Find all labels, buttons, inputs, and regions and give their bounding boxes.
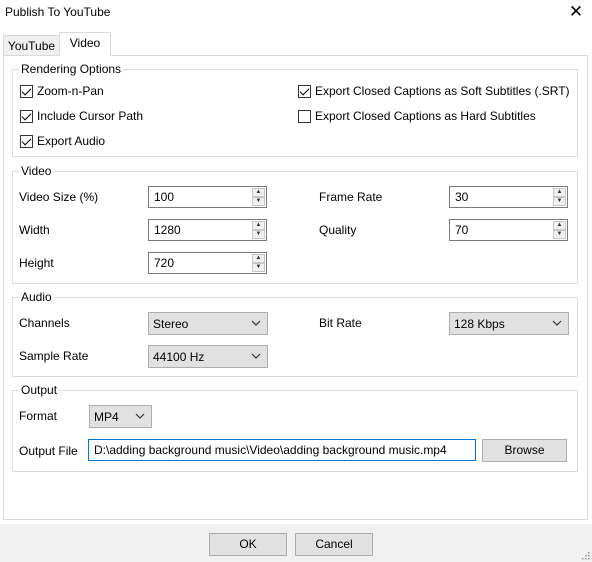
bit-rate-dropdown[interactable]: 128 Kbps <box>449 312 569 335</box>
height-label: Height <box>19 256 54 270</box>
channels-dropdown[interactable]: Stereo <box>148 312 268 335</box>
output-file-input[interactable]: D:\adding background music\Video\adding … <box>88 439 476 461</box>
include-cursor-path-label: Include Cursor Path <box>37 109 144 123</box>
quality-spinner[interactable]: 70 ▲ ▼ <box>449 219 568 241</box>
title-bar: Publish To YouTube ✕ <box>0 0 592 26</box>
dialog-button-bar: OK Cancel <box>0 524 592 562</box>
audio-group: Audio <box>12 290 578 377</box>
bit-rate-value: 128 Kbps <box>454 317 505 331</box>
sample-rate-dropdown[interactable]: 44100 Hz <box>148 345 268 368</box>
frame-rate-value[interactable]: 30 <box>455 190 468 204</box>
format-value: MP4 <box>94 410 119 424</box>
chevron-down-icon <box>251 320 261 326</box>
channels-label: Channels <box>19 316 70 330</box>
include-cursor-path-checkbox[interactable]: Include Cursor Path <box>20 109 143 123</box>
zoom-n-pan-label: Zoom-n-Pan <box>37 84 104 98</box>
zoom-n-pan-checkbox[interactable]: Zoom-n-Pan <box>20 84 104 98</box>
spin-down-icon[interactable]: ▼ <box>252 263 265 272</box>
width-label: Width <box>19 223 50 237</box>
ok-button[interactable]: OK <box>209 533 287 556</box>
browse-button[interactable]: Browse <box>482 439 567 462</box>
spin-up-icon[interactable]: ▲ <box>252 221 265 230</box>
include-cursor-path-check[interactable] <box>20 109 33 123</box>
format-dropdown[interactable]: MP4 <box>89 405 152 428</box>
spin-down-icon[interactable]: ▼ <box>252 230 265 239</box>
hard-subtitles-checkbox[interactable]: Export Closed Captions as Hard Subtitles <box>298 109 536 123</box>
tab-youtube[interactable]: YouTube <box>3 35 60 56</box>
width-value[interactable]: 1280 <box>154 223 181 237</box>
spin-down-icon[interactable]: ▼ <box>553 230 566 239</box>
spin-down-icon[interactable]: ▼ <box>553 197 566 206</box>
window-title: Publish To YouTube <box>5 5 111 19</box>
soft-subtitles-checkbox[interactable]: Export Closed Captions as Soft Subtitles… <box>298 84 570 98</box>
chevron-down-icon <box>552 320 562 326</box>
bit-rate-label: Bit Rate <box>319 316 362 330</box>
sample-rate-label: Sample Rate <box>19 349 89 363</box>
chevron-down-icon <box>251 353 261 359</box>
export-audio-checkbox[interactable]: Export Audio <box>20 134 105 148</box>
video-tab-panel: Rendering Options Zoom-n-Pan Include Cur… <box>3 55 588 520</box>
sample-rate-value: 44100 Hz <box>153 350 205 364</box>
soft-subtitles-label: Export Closed Captions as Soft Subtitles… <box>315 84 570 98</box>
hard-subtitles-label: Export Closed Captions as Hard Subtitles <box>315 109 536 123</box>
audio-group-label: Audio <box>19 290 54 304</box>
video-size-label: Video Size (%) <box>19 190 99 204</box>
close-icon[interactable]: ✕ <box>566 2 586 22</box>
channels-value: Stereo <box>153 317 189 331</box>
output-group-label: Output <box>19 383 60 397</box>
zoom-n-pan-check[interactable] <box>20 84 33 98</box>
frame-rate-label: Frame Rate <box>319 190 383 204</box>
spin-up-icon[interactable]: ▲ <box>553 221 566 230</box>
video-size-value[interactable]: 100 <box>154 190 174 204</box>
spin-down-icon[interactable]: ▼ <box>252 197 265 206</box>
quality-value[interactable]: 70 <box>455 223 468 237</box>
chevron-down-icon <box>135 413 145 419</box>
width-spinner[interactable]: 1280 ▲ ▼ <box>148 219 267 241</box>
video-group-label: Video <box>19 164 54 178</box>
spin-up-icon[interactable]: ▲ <box>252 254 265 263</box>
hard-subtitles-check[interactable] <box>298 109 311 123</box>
height-value[interactable]: 720 <box>154 256 174 270</box>
output-file-value[interactable]: D:\adding background music\Video\adding … <box>94 443 447 457</box>
soft-subtitles-check[interactable] <box>298 84 311 98</box>
cancel-button[interactable]: Cancel <box>295 533 373 556</box>
spin-up-icon[interactable]: ▲ <box>553 188 566 197</box>
export-audio-check[interactable] <box>20 134 33 148</box>
output-file-label: Output File <box>19 444 78 458</box>
frame-rate-spinner[interactable]: 30 ▲ ▼ <box>449 186 568 208</box>
rendering-options-label: Rendering Options <box>19 62 124 76</box>
spin-up-icon[interactable]: ▲ <box>252 188 265 197</box>
export-audio-label: Export Audio <box>37 134 106 148</box>
resize-grip-icon[interactable] <box>580 550 590 560</box>
height-spinner[interactable]: 720 ▲ ▼ <box>148 252 267 274</box>
tab-video[interactable]: Video <box>59 32 111 56</box>
quality-label: Quality <box>319 223 357 237</box>
format-label: Format <box>19 409 58 423</box>
video-size-spinner[interactable]: 100 ▲ ▼ <box>148 186 267 208</box>
